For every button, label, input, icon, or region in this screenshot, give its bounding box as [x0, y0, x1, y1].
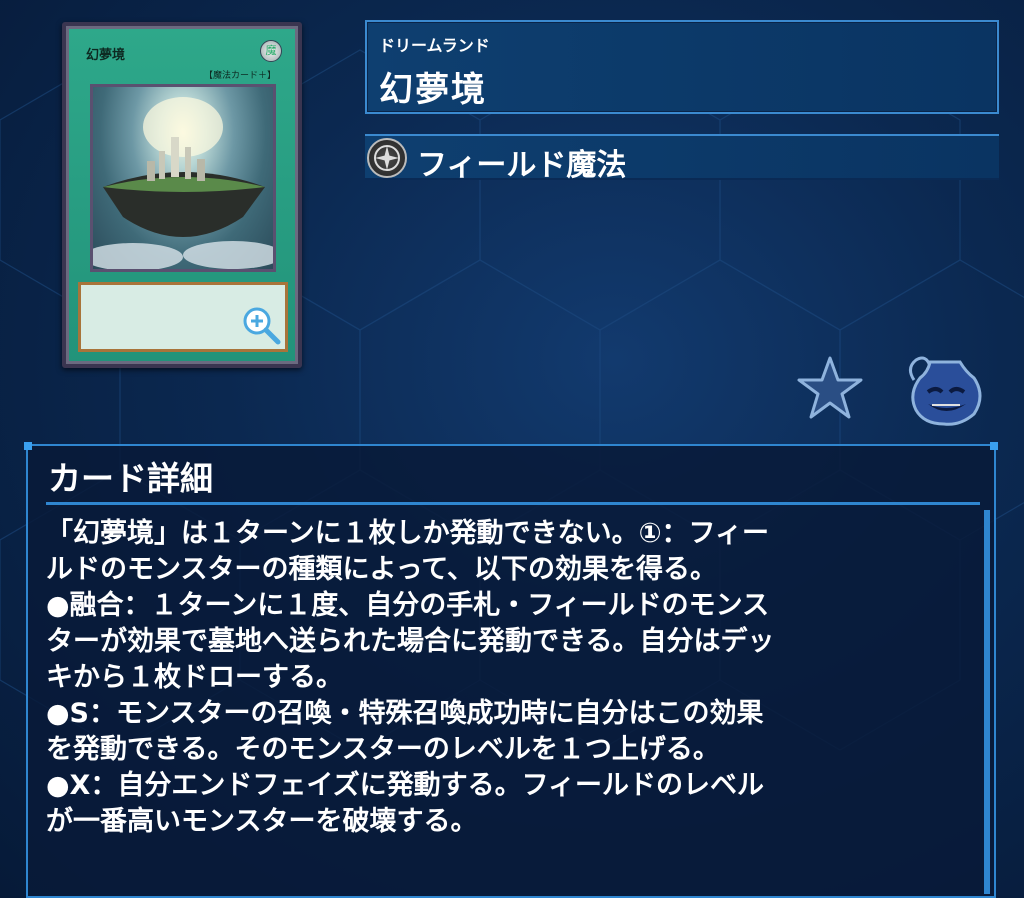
star-icon[interactable]: [796, 354, 864, 422]
card-image[interactable]: 幻夢境 魔 【魔法カード＋】: [62, 22, 302, 368]
panel-corner: [990, 442, 998, 450]
card-name-reading: ドリームランド: [379, 36, 490, 55]
card-title: 幻夢境: [379, 70, 487, 110]
panel-corner: [24, 442, 32, 450]
card-name: 幻夢境: [86, 48, 126, 63]
card-type-line: 【魔法カード＋】: [203, 71, 276, 81]
field-spell-icon: [367, 138, 407, 178]
card-name-panel: ドリームランド 幻夢境: [365, 20, 999, 114]
card-artwork: [90, 84, 276, 272]
divider: [46, 502, 980, 505]
magnifier-plus-icon[interactable]: [241, 305, 281, 345]
card-type-label: フィールド魔法: [417, 148, 627, 183]
card-detail-panel: カード詳細 「幻夢境」は１ターンに１枚しか発動できない。①：フィー ルドのモンス…: [24, 442, 998, 898]
spell-attribute-icon: 魔: [260, 40, 282, 62]
detail-title: カード詳細: [48, 459, 213, 498]
floating-island-illustration: [93, 97, 273, 269]
card-type-panel: フィールド魔法: [365, 134, 999, 183]
pot-of-greed-icon[interactable]: [904, 352, 986, 426]
card-effect-text: 「幻夢境」は１ターンに１枚しか発動できない。①：フィー ルドのモンスターの種類に…: [46, 518, 775, 837]
scrollbar[interactable]: [984, 510, 990, 894]
card-text-box: [78, 282, 288, 352]
